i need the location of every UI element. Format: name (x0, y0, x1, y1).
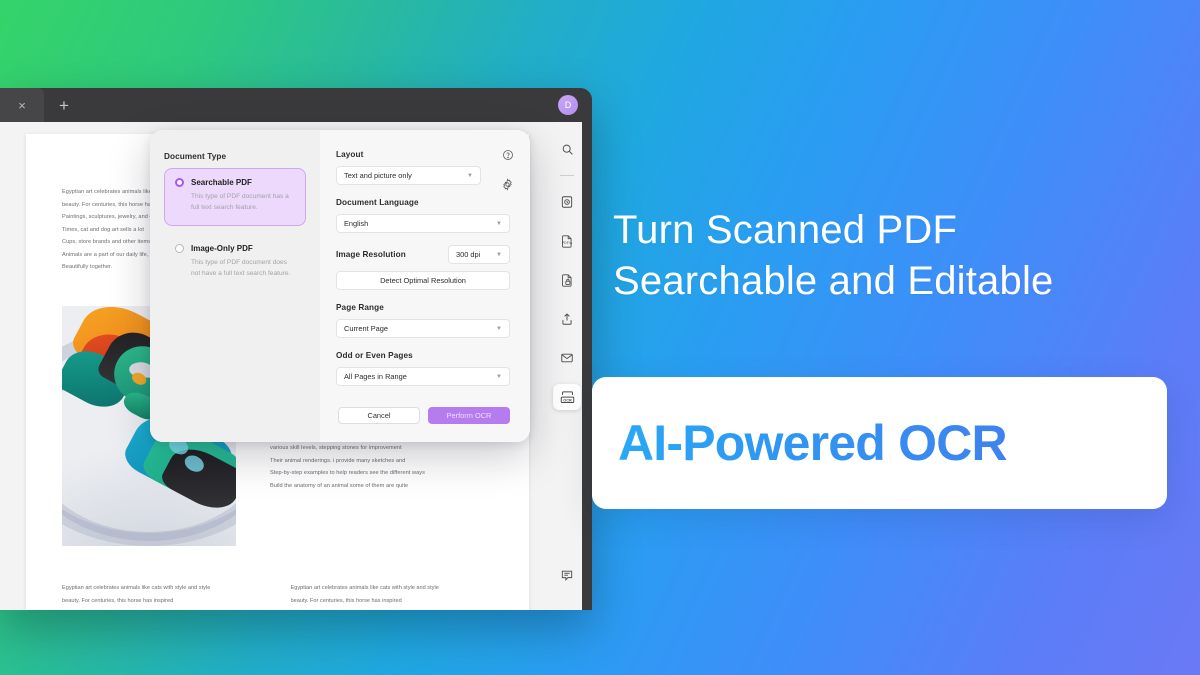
doc-bottom-columns: Egyptian art celebrates animals like cat… (26, 582, 529, 610)
resolution-value: 300 dpi (456, 250, 481, 259)
layout-select[interactable]: Text and picture only ▼ (336, 166, 481, 185)
chevron-down-icon: ▼ (496, 251, 502, 258)
document-type-label: Document Type (164, 152, 227, 161)
doc-line: Step-by-step examples to help readers se… (270, 470, 425, 477)
odd-even-label: Odd or Even Pages (336, 351, 413, 360)
doc-bottom-right: Egyptian art celebrates animals like cat… (291, 582, 494, 610)
doc-line: various skill levels, stepping stones fo… (270, 445, 402, 452)
page-range-select[interactable]: Current Page ▼ (336, 319, 510, 338)
doc-line: Paintings, sculptures, jewelry, and even… (62, 607, 265, 610)
headline: Turn Scanned PDF Searchable and Editable (613, 205, 1053, 307)
dialog-right-panel: Layout Text and picture only ▼ Document … (320, 130, 530, 442)
odd-even-value: All Pages in Range (344, 372, 407, 381)
odd-even-select[interactable]: All Pages in Range ▼ (336, 367, 510, 386)
chevron-down-icon: ▼ (496, 325, 502, 332)
share-upload-icon[interactable] (553, 306, 581, 332)
page-range-value: Current Page (344, 324, 388, 333)
option-description: This type of PDF document does not have … (191, 258, 291, 277)
gear-icon[interactable] (501, 178, 514, 196)
doc-line: Egyptian art celebrates animals like cat… (290, 585, 439, 591)
doc-bottom-left: Egyptian art celebrates animals like cat… (62, 582, 265, 610)
resolution-select[interactable]: 300 dpi ▼ (448, 245, 510, 264)
browser-tab[interactable]: × (0, 88, 44, 122)
comment-icon[interactable] (553, 562, 581, 588)
doc-line: Their animal renderings. i provide many … (270, 457, 406, 464)
headline-line-2: Searchable and Editable (613, 259, 1054, 304)
dialog-help-icons (501, 148, 514, 196)
layout-label: Layout (336, 150, 364, 159)
resolution-label: Image Resolution (336, 250, 406, 259)
detect-optimal-resolution-button[interactable]: Detect Optimal Resolution (336, 271, 510, 290)
window-edge (582, 122, 592, 610)
avatar[interactable]: D (558, 95, 578, 115)
headline-line-1: Turn Scanned PDF (613, 208, 958, 252)
radio-selected-icon[interactable] (175, 178, 184, 187)
ocr-dialog: Document Type Searchable PDF This type o… (150, 130, 530, 442)
language-value: English (344, 219, 369, 228)
question-circle-icon[interactable] (502, 148, 514, 166)
close-icon[interactable]: × (18, 99, 26, 112)
tab-strip: × + (0, 88, 592, 122)
doc-line: Build the anatomy of an animal some of t… (270, 483, 409, 490)
page-range-label: Page Range (336, 303, 384, 312)
document-lock-icon[interactable] (553, 267, 581, 293)
feature-badge-card: AI-Powered OCR (592, 377, 1167, 509)
svg-text:OCR: OCR (563, 398, 572, 402)
doc-line: beauty. For centuries, this horse has in… (62, 597, 174, 604)
option-header: Image-Only PDF (175, 243, 295, 253)
doc-line: Paintings, sculptures, jewelry, and even… (291, 607, 494, 610)
new-tab-button[interactable]: + (44, 88, 84, 122)
dialog-actions: Cancel Perform OCR (338, 407, 510, 424)
tool-rail: PDF/A OCR (542, 122, 592, 610)
option-header: Searchable PDF (175, 178, 295, 187)
language-select[interactable]: English ▼ (336, 214, 510, 233)
radio-unselected-icon[interactable] (175, 243, 184, 253)
option-title: Image-Only PDF (191, 243, 253, 253)
chevron-down-icon: ▼ (496, 373, 502, 380)
rail-divider (560, 175, 574, 176)
svg-text:PDF/A: PDF/A (562, 241, 573, 245)
option-image-only-pdf[interactable]: Image-Only PDF This type of PDF document… (164, 234, 306, 292)
feature-badge-text: AI-Powered OCR (618, 415, 1008, 471)
pdfa-icon[interactable]: PDF/A (553, 228, 581, 254)
cancel-button[interactable]: Cancel (338, 407, 420, 424)
document-history-icon[interactable] (553, 189, 581, 215)
language-label: Document Language (336, 198, 419, 207)
mail-icon[interactable] (553, 345, 581, 371)
doc-line: beauty. For centuries, this horse has in… (290, 597, 402, 604)
chevron-down-icon: ▼ (467, 172, 473, 179)
doc-line: Egyptian art celebrates animals like cat… (62, 585, 211, 591)
chevron-down-icon: ▼ (496, 220, 502, 227)
ocr-icon[interactable]: OCR (553, 384, 581, 410)
resolution-row: Image Resolution 300 dpi ▼ (336, 245, 510, 264)
layout-value: Text and picture only (344, 171, 412, 180)
search-icon[interactable] (553, 136, 581, 162)
title-bar: × + D (0, 88, 592, 122)
perform-ocr-button[interactable]: Perform OCR (428, 407, 510, 424)
option-searchable-pdf[interactable]: Searchable PDF This type of PDF document… (164, 168, 306, 226)
option-description: This type of PDF document has a full tex… (191, 193, 289, 211)
option-title: Searchable PDF (191, 178, 252, 187)
dialog-left-panel: Document Type Searchable PDF This type o… (150, 130, 320, 442)
